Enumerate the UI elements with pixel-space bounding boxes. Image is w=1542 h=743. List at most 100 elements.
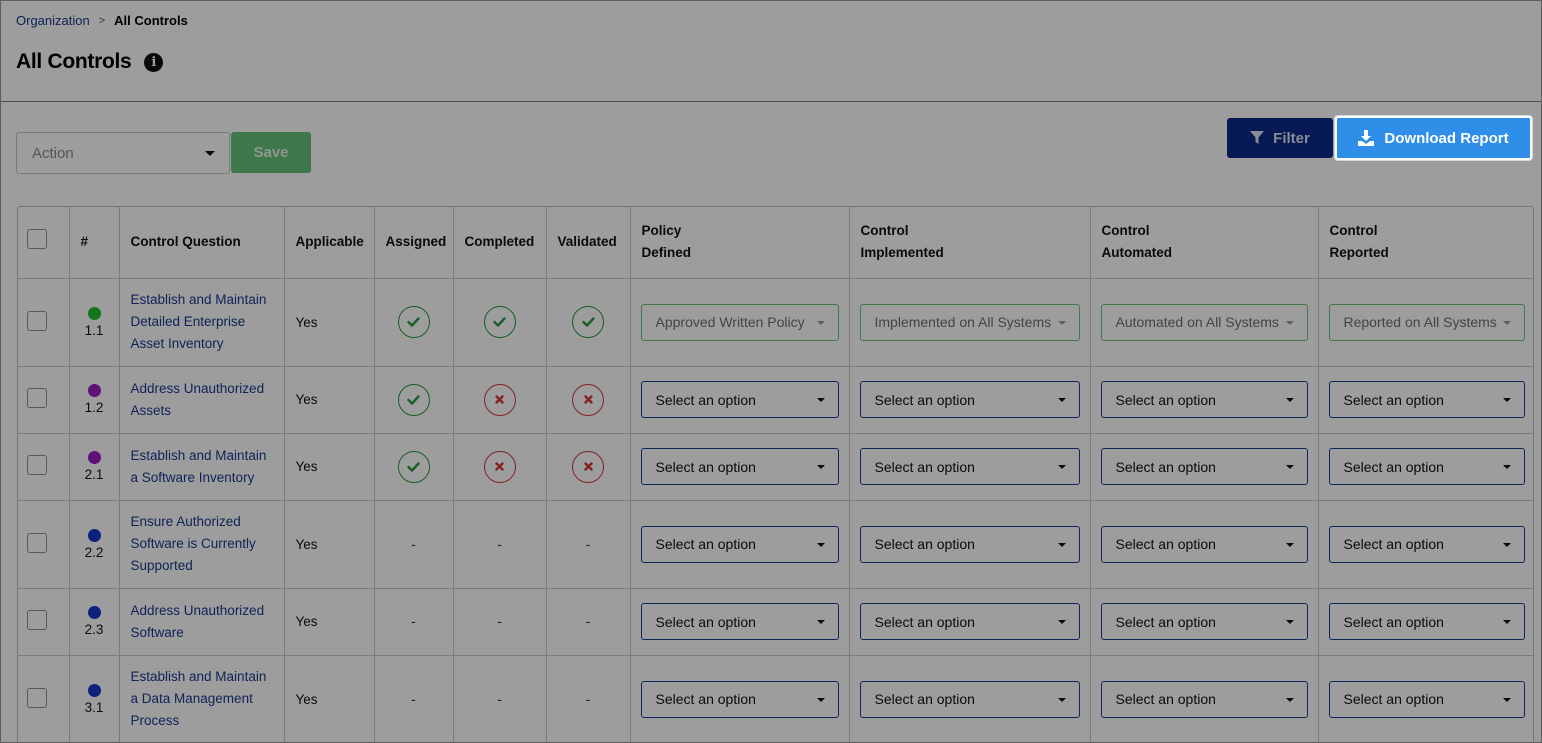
filter-button[interactable]: Filter: [1227, 118, 1333, 158]
policy-select[interactable]: Approved Written Policy: [640, 303, 839, 341]
control-question-link[interactable]: Establish and Maintain Detailed Enterpris…: [131, 289, 273, 355]
select-all-checkbox[interactable]: [27, 228, 47, 249]
breadcrumb-separator: >: [98, 14, 106, 27]
policy-cell: Approved Written Policy: [630, 278, 850, 367]
implemented-select[interactable]: Select an option: [859, 525, 1080, 563]
control-question-link[interactable]: Address Unauthorized Assets: [131, 378, 273, 422]
automated-select[interactable]: Automated on All Systems: [1100, 303, 1308, 341]
control-question-line: a Software Inventory: [130, 469, 255, 485]
automated-cell: Select an option: [1090, 655, 1319, 742]
row-select-cell: [18, 588, 70, 656]
reported-select-value: Select an option: [1343, 536, 1444, 552]
row-checkbox[interactable]: [27, 610, 47, 630]
check-circle-icon: [397, 383, 430, 416]
implemented-select[interactable]: Select an option: [859, 448, 1080, 485]
completed-empty: -: [497, 536, 502, 552]
control-question-cell: Ensure Authorized Software is Currently Su…: [119, 500, 285, 589]
applicable-cell: Yes: [284, 588, 375, 656]
policy-select[interactable]: Select an option: [640, 603, 839, 640]
header-completed[interactable]: Completed: [453, 207, 547, 279]
applicable-value: Yes: [295, 691, 318, 707]
policy-cell: Select an option: [630, 588, 850, 656]
completed-empty: -: [497, 614, 502, 629]
automated-select[interactable]: Select an option: [1100, 680, 1308, 718]
header-assigned[interactable]: Assigned: [374, 207, 454, 279]
reported-cell: Select an option: [1318, 433, 1533, 501]
row-select-cell: [18, 500, 70, 589]
control-id-cell: 2.2: [69, 500, 120, 589]
save-button[interactable]: Save: [231, 132, 311, 173]
action-select[interactable]: Action: [16, 132, 230, 174]
info-icon[interactable]: i: [144, 52, 164, 72]
policy-select[interactable]: Select an option: [640, 680, 839, 718]
table-row: 1.2 Address Unauthorized Assets Yes Select a…: [18, 366, 1533, 434]
control-question-link[interactable]: Ensure Authorized Software is Currently Su…: [131, 511, 273, 577]
control-question-link[interactable]: Establish and Maintain a Data Management P…: [131, 666, 273, 732]
implemented-select-value: Select an option: [874, 458, 975, 475]
control-question-cell: Establish and Maintain a Software Invento…: [119, 433, 285, 501]
table-header-row: # Control Question Applicable Assigned C…: [18, 207, 1533, 279]
implemented-cell: Select an option: [849, 588, 1091, 656]
completed-cell: [453, 278, 547, 367]
automated-select[interactable]: Select an option: [1100, 448, 1308, 485]
implemented-select-value: Select an option: [874, 391, 975, 408]
chevron-down-icon: [1285, 320, 1294, 325]
implemented-select[interactable]: Implemented on All Systems: [859, 303, 1080, 341]
implemented-select[interactable]: Select an option: [859, 603, 1080, 640]
policy-cell: Select an option: [630, 500, 850, 589]
implemented-cell: Select an option: [849, 500, 1091, 589]
header-number[interactable]: #: [69, 207, 120, 279]
reported-select[interactable]: Reported on All Systems: [1328, 303, 1525, 341]
header-validated[interactable]: Validated: [546, 207, 631, 279]
reported-cell: Select an option: [1318, 500, 1533, 589]
automated-select[interactable]: Select an option: [1100, 525, 1308, 563]
automated-select[interactable]: Select an option: [1100, 603, 1308, 640]
x-circle-icon: [572, 450, 604, 483]
reported-select[interactable]: Select an option: [1328, 525, 1525, 563]
check-circle-icon: [397, 450, 430, 483]
policy-select[interactable]: Select an option: [640, 381, 839, 418]
implemented-select[interactable]: Select an option: [859, 680, 1080, 718]
control-question-link[interactable]: Address Unauthorized Software: [131, 600, 273, 644]
row-checkbox[interactable]: [27, 687, 47, 708]
policy-select[interactable]: Select an option: [640, 448, 839, 485]
reported-select[interactable]: Select an option: [1328, 381, 1525, 418]
header-control-automated[interactable]: Control Automated: [1090, 207, 1319, 279]
row-checkbox[interactable]: [27, 532, 47, 553]
completed-cell: -: [453, 588, 547, 656]
status-dot: [87, 451, 101, 464]
implemented-select-value: Select an option: [874, 691, 975, 707]
check-circle-icon: [572, 306, 604, 338]
chevron-down-icon: [1285, 465, 1294, 469]
implemented-select[interactable]: Select an option: [859, 381, 1080, 418]
control-id-cell: 1.2: [69, 366, 120, 434]
automated-select[interactable]: Select an option: [1100, 381, 1308, 418]
header-control-implemented[interactable]: Control Implemented: [849, 207, 1091, 279]
header-applicable[interactable]: Applicable: [284, 207, 375, 279]
status-dot: [87, 528, 101, 542]
policy-select[interactable]: Select an option: [640, 525, 839, 563]
controls-table: # Control Question Applicable Assigned C…: [17, 206, 1534, 742]
row-checkbox[interactable]: [27, 388, 47, 408]
title-row: All Controls i: [16, 50, 164, 74]
chevron-down-icon: [1285, 697, 1294, 702]
reported-select[interactable]: Select an option: [1328, 448, 1525, 485]
chevron-down-icon: [816, 542, 825, 547]
control-question-link[interactable]: Establish and Maintain a Software Invento…: [131, 445, 273, 489]
reported-select[interactable]: Select an option: [1328, 680, 1525, 718]
page-header: Organization > All Controls All Controls…: [1, 1, 1541, 102]
chevron-down-icon: [816, 398, 825, 402]
header-policy-defined[interactable]: Policy Defined: [630, 207, 850, 279]
header-control-question[interactable]: Control Question: [119, 207, 285, 279]
download-report-button[interactable]: Download Report: [1335, 116, 1532, 160]
row-checkbox[interactable]: [27, 310, 47, 331]
reported-select[interactable]: Select an option: [1328, 603, 1525, 640]
applicable-value: Yes: [295, 459, 318, 474]
completed-cell: -: [453, 500, 547, 589]
assigned-cell: -: [374, 655, 454, 742]
header-control-reported[interactable]: Control Reported: [1318, 207, 1533, 279]
control-question-line: Address Unauthorized: [130, 380, 265, 396]
breadcrumb-organization-link[interactable]: Organization: [16, 13, 90, 28]
row-checkbox[interactable]: [27, 455, 47, 475]
implemented-cell: Implemented on All Systems: [849, 278, 1091, 367]
